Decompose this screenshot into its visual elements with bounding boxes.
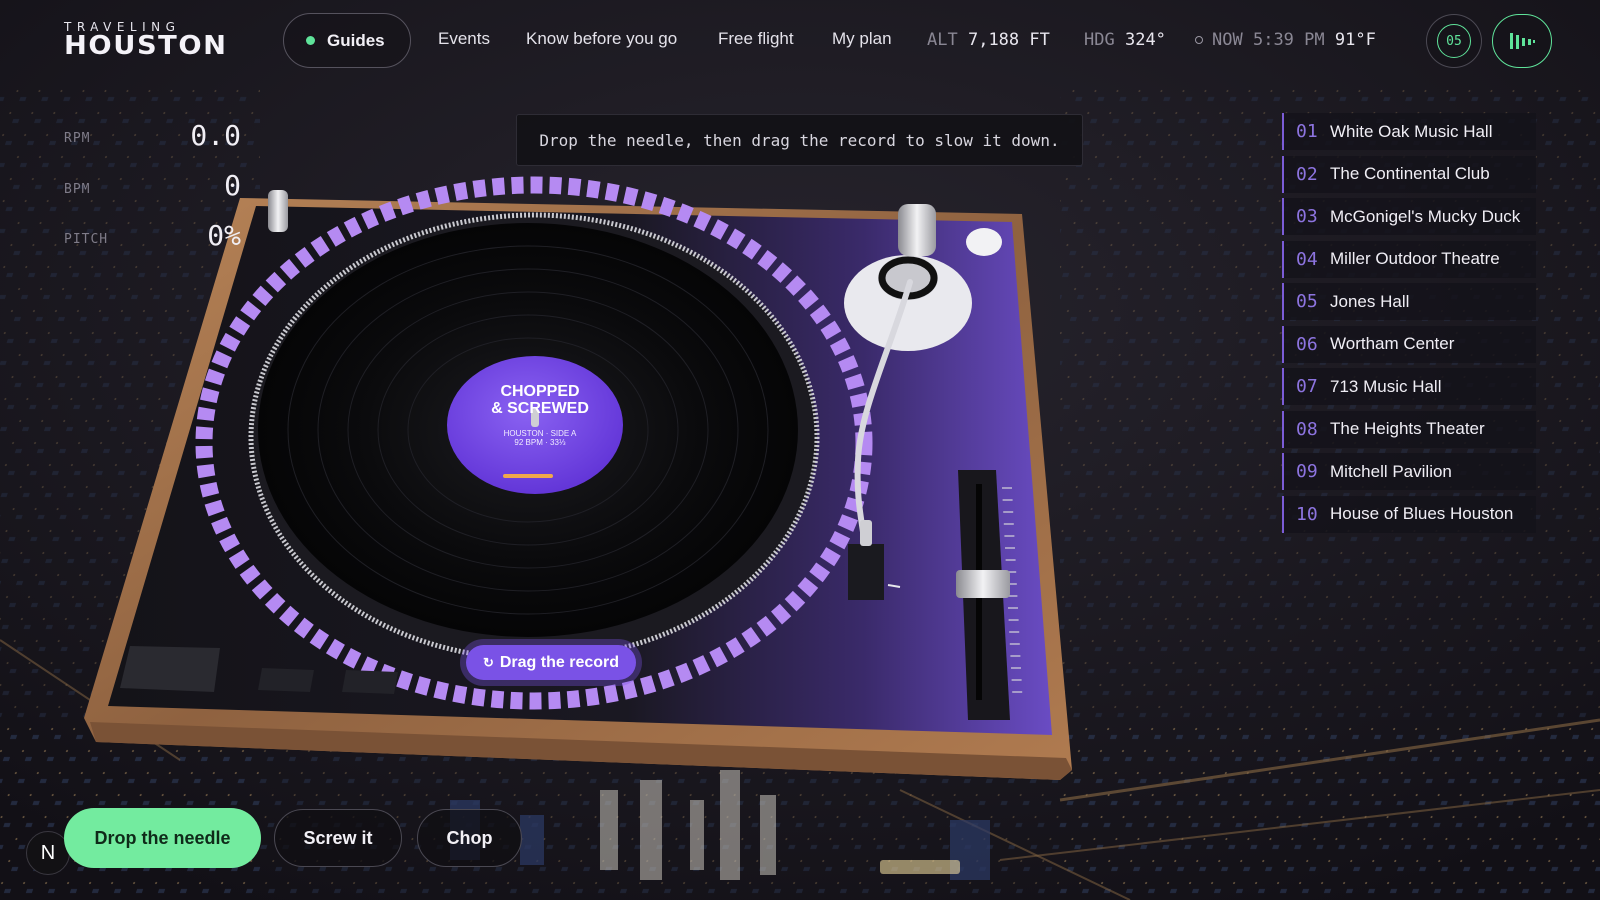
venue-name: The Continental Club bbox=[1330, 164, 1490, 183]
drag-record-button[interactable]: ↻ Drag the record bbox=[466, 645, 636, 680]
venue-name: 713 Music Hall bbox=[1330, 376, 1442, 396]
venue-item[interactable]: 07 713 Music Hall bbox=[1282, 368, 1536, 405]
rpm-label: RPM bbox=[64, 131, 91, 146]
venue-name: Miller Outdoor Theatre bbox=[1330, 249, 1500, 268]
bpm-value: 0 bbox=[224, 169, 241, 202]
venue-number: 01 bbox=[1296, 121, 1318, 142]
pitch-label: PITCH bbox=[64, 232, 109, 247]
rpm-value: 0.0 bbox=[190, 119, 241, 152]
chop-button[interactable]: Chop bbox=[417, 809, 522, 867]
altitude-label: ALT bbox=[927, 30, 958, 50]
rotate-icon: ↻ bbox=[482, 654, 494, 670]
venue-name: White Oak Music Hall bbox=[1330, 121, 1493, 141]
bpm-label: BPM bbox=[64, 182, 91, 197]
brand-main: HOUSTON bbox=[64, 31, 228, 61]
time-label: NOW bbox=[1212, 30, 1243, 50]
venue-number: 10 bbox=[1296, 503, 1318, 525]
record-subtitle-line2: 92 BPM · 33⅓ bbox=[514, 438, 566, 447]
power-button[interactable] bbox=[966, 228, 1002, 256]
altitude-value: 7,188 FT bbox=[967, 30, 1050, 50]
venue-item[interactable]: 10 House of Blues Houston bbox=[1282, 495, 1536, 533]
venue-number: 04 bbox=[1296, 248, 1318, 270]
screw-it-button[interactable]: Screw it bbox=[274, 809, 402, 867]
top-bar: TRAVELING HOUSTON Guides Events Know bef… bbox=[0, 0, 1600, 80]
venue-item[interactable]: 02 The Continental Club bbox=[1282, 155, 1536, 193]
venue-item[interactable]: 09 Mitchell Pavilion bbox=[1282, 453, 1536, 490]
heading-readout: HDG 324° bbox=[1084, 30, 1166, 50]
nav-free-flight[interactable]: Free flight bbox=[718, 29, 794, 49]
venue-number: 03 bbox=[1296, 206, 1318, 227]
venue-item[interactable]: 06 Wortham Center bbox=[1282, 325, 1536, 363]
temperature-value: 91°F bbox=[1334, 30, 1376, 50]
venue-name: House of Blues Houston bbox=[1330, 504, 1514, 523]
start-stop-pad[interactable] bbox=[120, 646, 220, 692]
brand-logo[interactable]: TRAVELING HOUSTON bbox=[64, 21, 254, 59]
venue-item[interactable]: 01 White Oak Music Hall bbox=[1282, 113, 1536, 150]
venue-number: 08 bbox=[1296, 418, 1318, 440]
venue-item[interactable]: 03 McGonigel's Mucky Duck bbox=[1282, 198, 1536, 235]
guides-label: Guides bbox=[327, 30, 385, 50]
venue-name: Wortham Center bbox=[1330, 334, 1455, 353]
venue-number: 07 bbox=[1296, 376, 1318, 397]
time-value: 5:39 PM bbox=[1252, 30, 1325, 50]
venue-item[interactable]: 04 Miller Outdoor Theatre bbox=[1282, 240, 1536, 278]
status-dot-icon bbox=[306, 36, 315, 45]
nav-know-before-you-go[interactable]: Know before you go bbox=[526, 29, 677, 49]
venue-number: 02 bbox=[1296, 163, 1318, 185]
plan-count-button[interactable]: 05 bbox=[1426, 14, 1482, 68]
venue-number: 05 bbox=[1296, 291, 1318, 312]
venue-item[interactable]: 08 The Heights Theater bbox=[1282, 410, 1536, 448]
altitude-readout: ALT 7,188 FT bbox=[927, 30, 1050, 50]
record-title-line2: & SCREWED bbox=[491, 400, 589, 417]
venue-name: McGonigel's Mucky Duck bbox=[1330, 206, 1521, 226]
heading-label: HDG bbox=[1084, 30, 1115, 50]
speed-knob[interactable] bbox=[268, 190, 288, 232]
drag-record-label: Drag the record bbox=[499, 653, 620, 671]
guides-button[interactable]: Guides bbox=[283, 13, 411, 68]
venue-item[interactable]: 05 Jones Hall bbox=[1282, 283, 1536, 320]
instruction-hint: Drop the needle, then drag the record to… bbox=[516, 114, 1083, 166]
audio-toggle-button[interactable] bbox=[1492, 14, 1552, 68]
venue-number: 06 bbox=[1296, 333, 1318, 355]
clock-icon bbox=[1195, 36, 1203, 44]
venue-name: The Heights Theater bbox=[1330, 419, 1485, 438]
record-subtitle-line1: HOUSTON · SIDE A bbox=[503, 429, 577, 438]
nav-my-plan[interactable]: My plan bbox=[832, 29, 892, 49]
venue-name: Jones Hall bbox=[1330, 291, 1410, 311]
pitch-fader-handle[interactable] bbox=[956, 570, 1010, 598]
venue-list: 01 White Oak Music Hall 02 The Continental … bbox=[1282, 113, 1536, 538]
drop-needle-button[interactable]: Drop the needle bbox=[64, 808, 261, 868]
venue-number: 09 bbox=[1296, 461, 1318, 482]
nav-events[interactable]: Events bbox=[438, 29, 490, 49]
record-title-line1: CHOPPED bbox=[500, 383, 580, 400]
heading-value: 324° bbox=[1124, 30, 1166, 50]
plan-count: 05 bbox=[1437, 24, 1471, 58]
tonearm-weight[interactable] bbox=[898, 204, 936, 256]
pitch-value: 0% bbox=[207, 219, 241, 252]
venue-name: Mitchell Pavilion bbox=[1330, 461, 1452, 481]
time-readout: NOW 5:39 PM 91°F bbox=[1212, 30, 1376, 50]
equalizer-icon bbox=[1510, 33, 1535, 49]
